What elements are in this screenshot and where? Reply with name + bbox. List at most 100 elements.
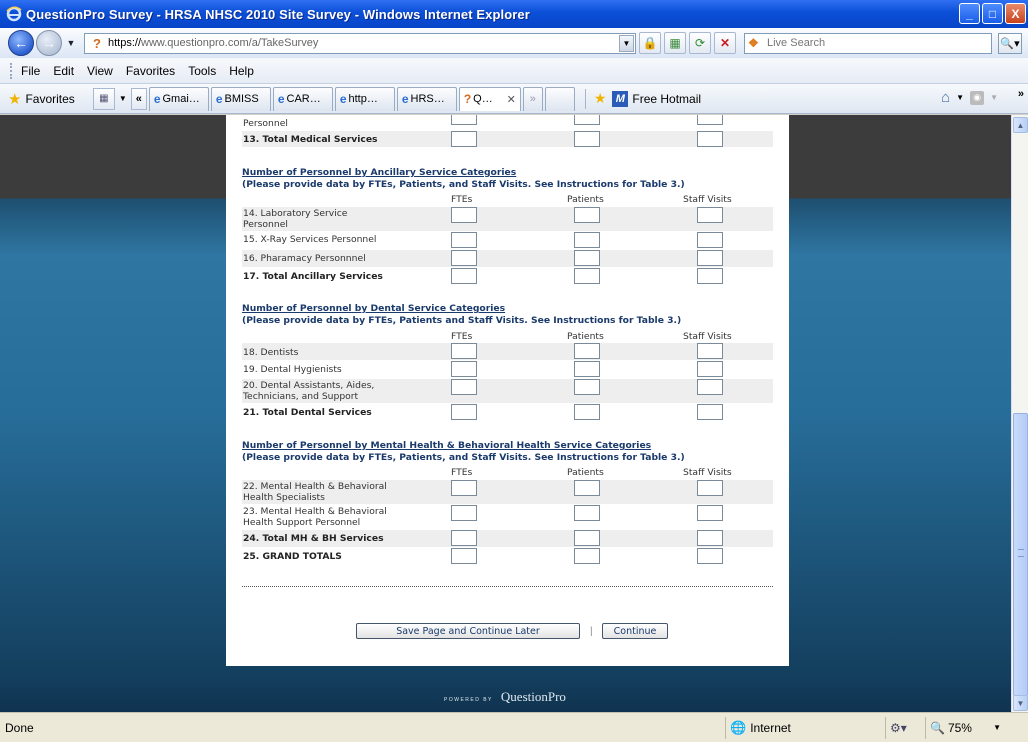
patients-input[interactable] <box>574 115 600 125</box>
ftes-input[interactable] <box>451 505 477 521</box>
menu-tools[interactable]: Tools <box>188 64 216 78</box>
patients-input[interactable] <box>574 268 600 284</box>
visits-input[interactable] <box>697 548 723 564</box>
patients-input[interactable] <box>574 343 600 359</box>
ftes-input[interactable] <box>451 404 477 420</box>
visits-input[interactable] <box>697 480 723 496</box>
patients-input[interactable] <box>574 232 600 248</box>
tab-bmiss[interactable]: e BMISS <box>210 86 271 111</box>
tab-gmail[interactable]: e Gmai… <box>148 86 209 111</box>
visits-input[interactable] <box>697 232 723 248</box>
search-button[interactable]: 🔍▾ <box>998 32 1022 54</box>
maximize-button[interactable]: □ <box>982 3 1003 24</box>
quick-tabs-button[interactable]: ▦ <box>92 87 115 110</box>
scroll-down-button[interactable]: ▼ <box>1013 695 1028 711</box>
visits-input[interactable] <box>697 250 723 266</box>
ftes-input[interactable] <box>451 207 477 223</box>
new-tab-button[interactable] <box>544 86 575 111</box>
history-dropdown[interactable]: ▼ <box>64 38 78 48</box>
patients-input[interactable] <box>574 361 600 377</box>
refresh-button[interactable]: ⟳ <box>689 32 711 54</box>
questionpro-logo: QuestionPro <box>500 689 566 704</box>
stop-button[interactable]: ✕ <box>714 32 736 54</box>
section-title: Number of Personnel by Mental Health & B… <box>242 440 652 451</box>
toolbar-grip[interactable] <box>10 62 13 79</box>
menu-help[interactable]: Help <box>229 64 254 78</box>
feeds-icon[interactable]: ◉ <box>970 90 985 105</box>
ftes-input[interactable] <box>451 131 477 147</box>
vertical-scrollbar[interactable]: ▲ ▼ <box>1011 115 1028 712</box>
visits-input[interactable] <box>697 404 723 420</box>
scroll-up-button[interactable]: ▲ <box>1013 117 1028 133</box>
security-zone[interactable]: 🌐 Internet <box>725 716 885 739</box>
patients-input[interactable] <box>574 505 600 521</box>
scrollbar-thumb[interactable] <box>1013 413 1028 696</box>
menu-favorites[interactable]: Favorites <box>126 64 175 78</box>
protected-mode[interactable]: ⚙▾ <box>885 716 925 739</box>
forward-button[interactable]: → <box>36 30 62 56</box>
visits-input[interactable] <box>697 268 723 284</box>
tab-http[interactable]: e http… <box>334 86 395 111</box>
free-hotmail-link[interactable]: Free Hotmail <box>632 92 701 106</box>
compatibility-button[interactable]: ▦ <box>664 32 686 54</box>
visits-input[interactable] <box>697 361 723 377</box>
tab-hrs[interactable]: e HRS… <box>396 86 457 111</box>
save-continue-later-button[interactable]: Save Page and Continue Later <box>356 623 580 639</box>
address-bar[interactable]: ? https://www.questionpro.com/a/TakeSurv… <box>84 32 636 54</box>
live-search-input[interactable] <box>767 37 967 49</box>
patients-input[interactable] <box>574 548 600 564</box>
close-tab-icon[interactable]: ✕ <box>507 93 516 106</box>
ftes-input[interactable] <box>451 548 477 564</box>
patients-input[interactable] <box>574 379 600 395</box>
visits-input[interactable] <box>697 115 723 125</box>
window-titlebar[interactable]: QuestionPro Survey - HRSA NHSC 2010 Site… <box>0 0 1028 28</box>
close-window-button[interactable]: X <box>1005 3 1026 24</box>
visits-input[interactable] <box>697 131 723 147</box>
visits-input[interactable] <box>697 530 723 546</box>
patients-input[interactable] <box>574 404 600 420</box>
visits-input[interactable] <box>697 379 723 395</box>
tab-list-dropdown[interactable]: ▼ <box>117 94 129 103</box>
patients-input[interactable] <box>574 250 600 266</box>
powered-by-questionpro[interactable]: POWERED BY QuestionPro <box>444 689 566 705</box>
ftes-input[interactable] <box>451 250 477 266</box>
tab-car[interactable]: e CAR… <box>272 86 333 111</box>
address-url[interactable]: https://www.questionpro.com/a/TakeSurvey <box>108 37 619 49</box>
compatibility-icon: ▦ <box>669 36 681 50</box>
patients-input[interactable] <box>574 530 600 546</box>
patients-input[interactable] <box>574 480 600 496</box>
menu-view[interactable]: View <box>87 64 113 78</box>
toolbar-overflow-chevron-icon[interactable]: » <box>1018 88 1024 100</box>
visits-input[interactable] <box>697 505 723 521</box>
continue-button[interactable]: Continue <box>602 623 668 639</box>
security-lock-button[interactable]: 🔒 <box>639 32 661 54</box>
ftes-input[interactable] <box>451 530 477 546</box>
ftes-input[interactable] <box>451 232 477 248</box>
menu-file[interactable]: File <box>21 64 40 78</box>
tab-scroll-left[interactable]: « <box>130 87 147 110</box>
patients-input[interactable] <box>574 207 600 223</box>
zoom-control[interactable]: 🔍 75% ▼ <box>925 716 1005 739</box>
minimize-button[interactable]: _ <box>959 3 980 24</box>
tab-scroll-right[interactable]: » <box>522 86 543 111</box>
ftes-input[interactable] <box>451 268 477 284</box>
ftes-input[interactable] <box>451 361 477 377</box>
feeds-dropdown[interactable]: ▼ <box>990 93 998 102</box>
favorites-button[interactable]: Favorites <box>25 92 74 106</box>
address-dropdown[interactable]: ▼ <box>619 34 634 52</box>
ftes-input[interactable] <box>451 343 477 359</box>
ftes-input[interactable] <box>451 480 477 496</box>
home-icon[interactable]: ⌂ <box>941 89 950 106</box>
ftes-input[interactable] <box>451 379 477 395</box>
ftes-input[interactable] <box>451 115 477 125</box>
visits-input[interactable] <box>697 207 723 223</box>
ftes-header: FTEs <box>451 331 473 342</box>
live-search-box[interactable]: ❖ <box>744 32 992 54</box>
menu-edit[interactable]: Edit <box>53 64 74 78</box>
tab-questionpro-active[interactable]: ? Q… ✕ <box>458 86 521 111</box>
add-favorite-icon[interactable]: ★ <box>594 90 607 107</box>
visits-input[interactable] <box>697 343 723 359</box>
patients-input[interactable] <box>574 131 600 147</box>
back-button[interactable]: ← <box>8 30 34 56</box>
home-dropdown[interactable]: ▼ <box>956 93 964 102</box>
